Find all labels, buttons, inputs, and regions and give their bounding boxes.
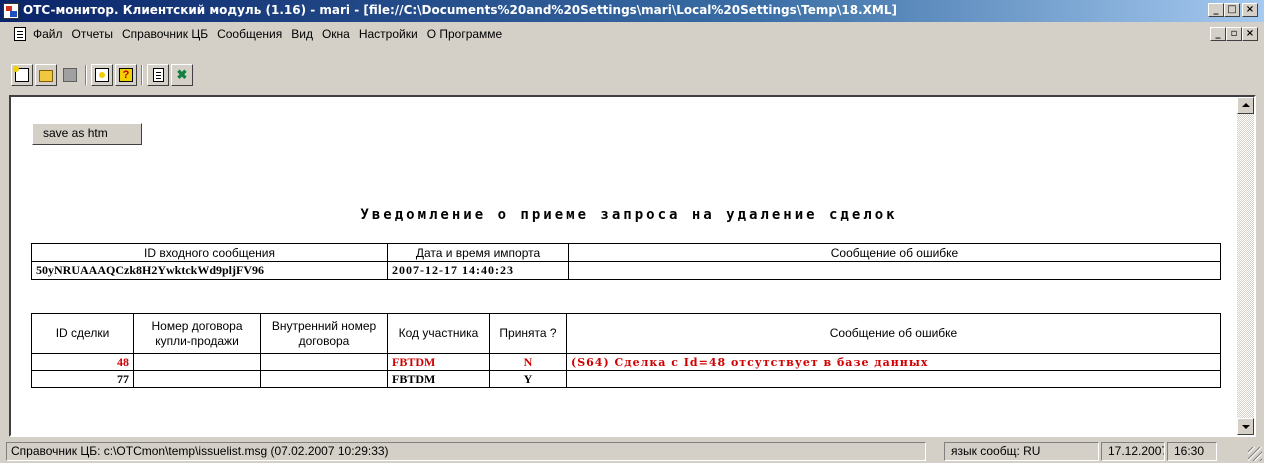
internal-number-cell — [260, 370, 388, 388]
error-message-cell — [566, 370, 1221, 388]
open-icon — [39, 70, 53, 82]
help-icon: ? — [119, 68, 133, 82]
table-header-row: ID сделки Номер договора купли-продажи В… — [31, 313, 1221, 354]
table-row: 48 FBTDM N (S64) Сделка с Id=48 отсутств… — [31, 353, 1221, 371]
toolbar-separator — [141, 65, 143, 85]
arrow-up-icon — [1242, 103, 1250, 107]
col-header-participant-code: Код участника — [387, 313, 490, 354]
new-button[interactable] — [11, 64, 33, 86]
app-icon[interactable] — [3, 3, 19, 19]
status-reference-path: Справочник ЦБ: c:\OTCmon\temp\issuelist.… — [6, 442, 926, 461]
toolbar-separator — [85, 65, 87, 85]
document-window-icon[interactable] — [14, 27, 26, 41]
minimize-icon: _ — [1215, 28, 1221, 39]
copy-button[interactable] — [59, 64, 81, 86]
copy-icon — [63, 68, 77, 82]
error-cell — [568, 261, 1221, 280]
document-button[interactable] — [147, 64, 169, 86]
col-header-import-datetime: Дата и время импорта — [387, 243, 569, 262]
menu-bar: Файл Отчеты Справочник ЦБ Сообщения Вид … — [0, 24, 1264, 44]
col-header-internal-number: Внутренний номер договора — [260, 313, 388, 354]
excel-button[interactable]: ✖ — [171, 64, 193, 86]
status-bar: Справочник ЦБ: c:\OTCmon\temp\issuelist.… — [0, 441, 1264, 463]
menu-reports[interactable]: Отчеты — [72, 27, 113, 41]
status-language: язык сообщ: RU — [944, 442, 1099, 461]
menu-messages[interactable]: Сообщения — [217, 27, 282, 41]
menu-about[interactable]: О Программе — [427, 27, 503, 41]
title-bar: OTC-монитор. Клиентский модуль (1.16) - … — [0, 0, 1264, 22]
deals-table: ID сделки Номер договора купли-продажи В… — [31, 313, 1221, 388]
mdi-restore-button[interactable]: ▫ — [1226, 27, 1242, 41]
deal-id-cell: 48 — [31, 353, 134, 371]
col-header-accepted: Принята ? — [489, 313, 567, 354]
page-title: Уведомление о приеме запроса на удаление… — [360, 207, 898, 223]
find-button[interactable] — [91, 64, 113, 86]
contract-cell — [133, 353, 261, 371]
mdi-close-button[interactable]: × — [1242, 27, 1258, 41]
excel-icon: ✖ — [176, 67, 188, 82]
minimize-button[interactable]: _ — [1208, 3, 1224, 17]
save-as-htm-button[interactable]: save as htm — [32, 123, 142, 145]
vertical-scrollbar[interactable] — [1237, 97, 1254, 435]
internal-number-cell — [260, 353, 388, 371]
participant-code-cell: FBTDM — [387, 370, 490, 388]
open-button[interactable] — [35, 64, 57, 86]
document-content: save as htm Уведомление о приеме запроса… — [11, 97, 1226, 435]
accepted-cell: N — [489, 353, 567, 371]
deal-id-cell: 77 — [31, 370, 134, 388]
help-button[interactable]: ? — [115, 64, 137, 86]
table-row: 77 FBTDM Y — [31, 370, 1221, 388]
window-title: OTC-монитор. Клиентский модуль (1.16) - … — [23, 3, 897, 17]
maximize-button[interactable]: □ — [1224, 3, 1240, 17]
menu-file[interactable]: Файл — [33, 27, 63, 41]
menu-settings[interactable]: Настройки — [359, 27, 418, 41]
error-message-cell: (S64) Сделка с Id=48 отсутствует в базе … — [566, 353, 1221, 371]
find-icon — [95, 68, 109, 82]
table-header-row: ID входного сообщения Дата и время импор… — [31, 243, 1221, 262]
close-button[interactable]: × — [1242, 3, 1258, 17]
maximize-icon: □ — [1227, 4, 1237, 15]
menu-windows[interactable]: Окна — [322, 27, 350, 41]
status-date: 17.12.2007 — [1101, 442, 1165, 461]
status-time: 16:30 — [1167, 442, 1217, 461]
col-header-deal-id: ID сделки — [31, 313, 134, 354]
scroll-up-button[interactable] — [1237, 97, 1254, 114]
col-header-message-id: ID входного сообщения — [31, 243, 388, 262]
toolbar: ? ✖ — [0, 63, 1264, 91]
arrow-down-icon — [1242, 425, 1250, 429]
col-header-contract-number: Номер договора купли-продажи — [133, 313, 261, 354]
import-datetime-cell: 2007-12-17 14:40:23 — [387, 261, 569, 280]
menu-view[interactable]: Вид — [291, 27, 313, 41]
resize-grip-icon[interactable] — [1248, 447, 1262, 461]
contract-cell — [133, 370, 261, 388]
accepted-cell: Y — [489, 370, 567, 388]
message-id-cell: 50yNRUAAAQCzk8H2YwktckWd9pljFV96 — [31, 261, 388, 280]
menu-cb-reference[interactable]: Справочник ЦБ — [122, 27, 208, 41]
scroll-down-button[interactable] — [1237, 418, 1254, 435]
col-header-error: Сообщение об ошибке — [568, 243, 1221, 262]
new-icon — [13, 66, 29, 82]
close-icon: × — [1245, 28, 1255, 39]
mdi-minimize-button[interactable]: _ — [1210, 27, 1226, 41]
table-row: 50yNRUAAAQCzk8H2YwktckWd9pljFV96 2007-12… — [31, 261, 1221, 280]
close-icon: × — [1245, 4, 1255, 15]
col-header-error: Сообщение об ошибке — [566, 313, 1221, 354]
restore-icon: ▫ — [1230, 28, 1238, 39]
document-frame: save as htm Уведомление о приеме запроса… — [9, 95, 1256, 437]
participant-code-cell: FBTDM — [387, 353, 490, 371]
import-info-table: ID входного сообщения Дата и время импор… — [31, 243, 1221, 280]
minimize-icon: _ — [1213, 4, 1219, 15]
document-icon — [153, 68, 164, 82]
